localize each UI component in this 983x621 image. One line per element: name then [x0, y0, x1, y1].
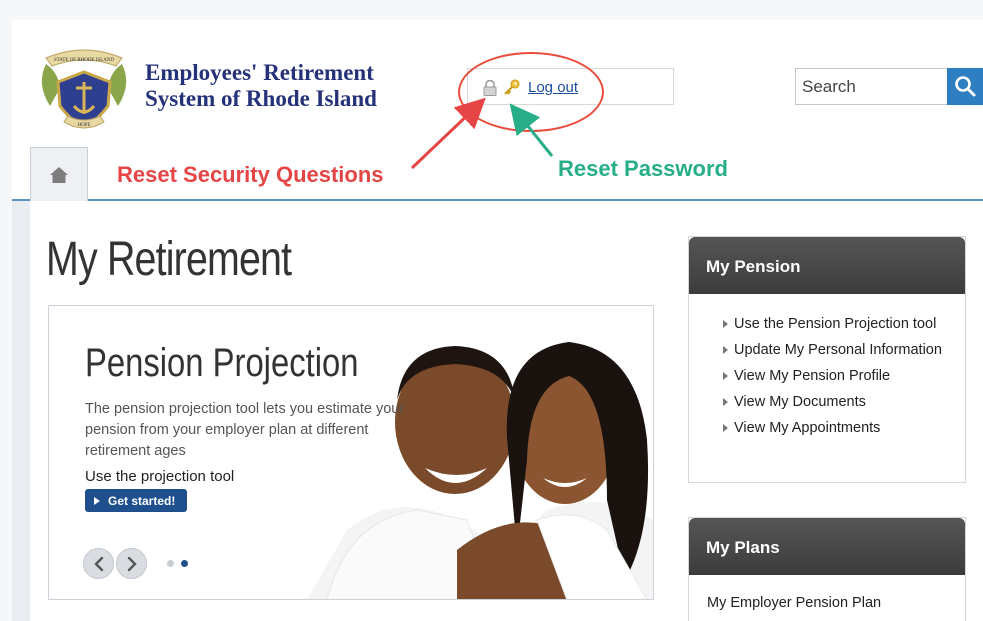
slide-description: The pension projection tool lets you est…	[85, 401, 405, 459]
play-triangle-icon	[94, 496, 100, 505]
search-icon	[955, 76, 976, 97]
pension-projection-carousel: Pension Projection The pension projectio…	[48, 305, 654, 600]
carousel-dot-1[interactable]	[167, 560, 174, 567]
my-pension-header: My Pension	[689, 237, 965, 294]
get-started-label: Get started!	[108, 493, 176, 508]
link-view-pension-profile[interactable]: View My Pension Profile	[723, 366, 965, 386]
my-plans-header: My Plans	[689, 518, 965, 575]
chevron-right-icon	[127, 556, 137, 572]
page-title: My Retirement	[46, 233, 292, 286]
my-plans-panel: My Plans My Employer Pension Plan	[688, 517, 966, 621]
carousel-prev-button[interactable]	[83, 548, 114, 579]
link-update-personal-info[interactable]: Update My Personal Information	[723, 340, 965, 360]
state-seal-logo[interactable]: STATE OF RHODE ISLAND HOPE	[36, 44, 132, 134]
logo-banner-bottom-text: HOPE	[77, 123, 90, 128]
reset-password-annotation: Reset Password	[558, 156, 728, 181]
org-name[interactable]: Employees' Retirement System of Rhode Is…	[145, 60, 377, 112]
chevron-left-icon	[94, 556, 104, 572]
slide-title: Pension Projection	[85, 341, 359, 385]
get-started-button[interactable]: Get started!	[85, 489, 187, 512]
search-input[interactable]	[795, 68, 947, 105]
link-pension-projection-tool[interactable]: Use the Pension Projection tool	[723, 314, 965, 334]
carousel-dot-2-active[interactable]	[181, 560, 188, 567]
search-box	[795, 68, 983, 105]
org-name-line1: Employees' Retirement	[145, 60, 374, 85]
home-icon	[50, 167, 68, 183]
slide-cta-label: Use the projection tool	[85, 468, 235, 485]
left-gutter	[12, 200, 30, 621]
search-button[interactable]	[947, 68, 983, 105]
plan-item-employer-pension[interactable]: My Employer Pension Plan	[689, 575, 965, 611]
logo-banner-top-text: STATE OF RHODE ISLAND	[54, 58, 115, 63]
org-name-line2: System of Rhode Island	[145, 86, 377, 111]
home-tab[interactable]	[30, 147, 88, 201]
reset-security-questions-annotation: Reset Security Questions	[117, 162, 384, 187]
my-pension-panel: My Pension Use the Pension Projection to…	[688, 236, 966, 483]
link-view-documents[interactable]: View My Documents	[723, 392, 965, 412]
nav-bar-divider	[12, 199, 983, 201]
carousel-next-button[interactable]	[116, 548, 147, 579]
link-view-appointments[interactable]: View My Appointments	[723, 418, 965, 438]
my-pension-links: Use the Pension Projection tool Update M…	[689, 294, 965, 438]
annotation-highlight-oval	[458, 52, 604, 132]
